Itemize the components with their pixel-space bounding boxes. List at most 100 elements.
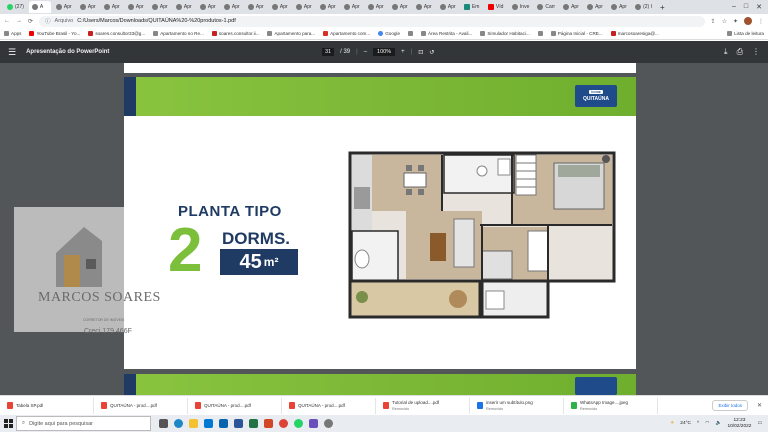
- browser-tab[interactable]: Apr: [608, 1, 630, 13]
- menu-icon[interactable]: ☰: [8, 47, 16, 58]
- powerpoint-icon[interactable]: [264, 419, 273, 428]
- rotate-icon[interactable]: ↺: [429, 49, 434, 56]
- download-icon[interactable]: ⤓: [724, 47, 728, 57]
- browser-tab[interactable]: Apr: [365, 1, 387, 13]
- notifications-icon[interactable]: ▭: [757, 421, 762, 426]
- bookmark-item[interactable]: Google: [378, 31, 400, 36]
- bookmark-item[interactable]: soares.consultor33@g...: [88, 31, 145, 36]
- browser-tab[interactable]: Apr: [317, 1, 339, 13]
- bookmark-item[interactable]: Área Restrita - Avali...: [421, 31, 472, 36]
- clock[interactable]: 12:23 10/02/2022: [727, 418, 751, 430]
- volume-icon[interactable]: 🔈: [715, 421, 721, 426]
- zoom-in-button[interactable]: +: [401, 49, 405, 55]
- maximize-icon[interactable]: □: [744, 3, 748, 11]
- browser-tab[interactable]: Apr: [584, 1, 606, 13]
- browser-tab[interactable]: Apr: [221, 1, 243, 13]
- minimize-icon[interactable]: –: [732, 3, 736, 11]
- browser-tab[interactable]: Apr: [53, 1, 75, 13]
- download-item[interactable]: Tutorial de upload....pdf Removido: [380, 397, 470, 414]
- address-bar[interactable]: ⓘ Arquivo C:/Users/Marcos/Downloads/QUIT…: [39, 15, 705, 27]
- print-icon[interactable]: ⎙: [737, 47, 743, 57]
- avatar[interactable]: [744, 17, 752, 25]
- browser-tab[interactable]: Apr: [293, 1, 315, 13]
- browser-tab[interactable]: Apr: [245, 1, 267, 13]
- download-item[interactable]: WhatsApp Image....jpeg Removido: [568, 397, 658, 414]
- bookmark-item[interactable]: Apartamento com...: [323, 31, 370, 36]
- more-actions-icon[interactable]: ⋮: [752, 47, 760, 57]
- forward-icon[interactable]: →: [16, 18, 22, 24]
- search-icon: ⌕: [22, 420, 26, 426]
- more-menu-icon[interactable]: ⋮: [758, 18, 764, 25]
- browser-tab[interactable]: Inve: [509, 1, 532, 13]
- browser-tab[interactable]: A: [28, 1, 51, 13]
- download-item[interactable]: QUITAÚNA - prod....pdf: [98, 397, 188, 414]
- windows-start-icon[interactable]: [0, 415, 16, 432]
- browser-tab[interactable]: Apr: [560, 1, 582, 13]
- close-window-icon[interactable]: ✕: [756, 3, 762, 11]
- word-icon[interactable]: [234, 419, 243, 428]
- mail-icon[interactable]: [219, 419, 228, 428]
- weather-icon[interactable]: ☀: [670, 421, 674, 426]
- tab-label: Em: [471, 4, 480, 10]
- close-downloads-icon[interactable]: ✕: [757, 402, 762, 409]
- browser-tab[interactable]: Apr: [149, 1, 171, 13]
- bookmark-item[interactable]: Apps: [4, 31, 21, 36]
- new-tab-button[interactable]: +: [657, 3, 668, 12]
- fit-page-icon[interactable]: ⊡: [418, 49, 423, 56]
- bookmark-item[interactable]: Página Inicial - CRE...: [550, 31, 603, 36]
- reading-list[interactable]: Lista de leitura: [727, 31, 764, 36]
- share-icon[interactable]: ⇪: [711, 18, 716, 25]
- bookmark-item[interactable]: soares.consultor.ii...: [211, 31, 259, 36]
- page-number-input[interactable]: 31: [322, 48, 335, 56]
- tray-arrow-icon[interactable]: ^: [697, 421, 699, 426]
- browser-tab[interactable]: Apr: [125, 1, 147, 13]
- chrome-icon[interactable]: [279, 419, 288, 428]
- bookmark-item[interactable]: Apartamento para...: [267, 31, 315, 36]
- task-view-icon[interactable]: [159, 419, 168, 428]
- taskbar-search[interactable]: ⌕ Digite aqui para pesquisar: [16, 416, 151, 431]
- zoom-out-button[interactable]: –: [364, 49, 367, 55]
- download-item[interactable]: Tabela SP.pdf: [4, 397, 94, 414]
- browser-tab[interactable]: Carr: [534, 1, 558, 13]
- back-icon[interactable]: ←: [4, 18, 10, 24]
- zoom-input[interactable]: 100%: [373, 48, 396, 56]
- floor-plan: [346, 147, 618, 323]
- extensions-icon[interactable]: ✦: [733, 18, 738, 25]
- info-icon[interactable]: ⓘ: [45, 17, 51, 25]
- browser-tab[interactable]: (2) I: [632, 1, 655, 13]
- download-item[interactable]: QUITAÚNA - prod....pdf: [192, 397, 282, 414]
- browser-tab[interactable]: Apr: [101, 1, 123, 13]
- browser-tab[interactable]: Apr: [269, 1, 291, 13]
- bookmark-item[interactable]: [408, 31, 414, 36]
- browser-tab[interactable]: (27): [4, 1, 27, 13]
- browser-tab[interactable]: Víd: [485, 1, 507, 13]
- reload-icon[interactable]: ⟳: [28, 18, 33, 25]
- settings-icon[interactable]: [324, 419, 333, 428]
- explorer-icon[interactable]: [189, 419, 198, 428]
- browser-tab[interactable]: Apr: [77, 1, 99, 13]
- address-url[interactable]: C:/Users/Marcos/Downloads/QUITAÚNA%20-%2…: [77, 18, 236, 24]
- browser-tab[interactable]: Apr: [389, 1, 411, 13]
- photos-icon[interactable]: [309, 419, 318, 428]
- star-icon[interactable]: ☆: [722, 18, 727, 25]
- bookmark-item[interactable]: marcosoaresiga@...: [610, 31, 659, 36]
- show-all-downloads-button[interactable]: Exibir todos: [712, 400, 748, 411]
- download-item[interactable]: inserir um subtítulo.png Removido: [474, 397, 564, 414]
- bookmark-item[interactable]: Simulador Habitaci...: [480, 31, 530, 36]
- excel-icon[interactable]: [249, 419, 258, 428]
- tab-label: Apr: [207, 4, 216, 10]
- bookmark-item[interactable]: Apartamento no Re...: [153, 31, 204, 36]
- browser-tab[interactable]: Apr: [197, 1, 219, 13]
- edge-icon[interactable]: [174, 419, 183, 428]
- bookmark-item[interactable]: [537, 31, 543, 36]
- download-item[interactable]: QUITAÚNA - prod....pdf: [286, 397, 376, 414]
- network-icon[interactable]: ◠: [705, 421, 709, 426]
- browser-tab[interactable]: Em: [461, 1, 483, 13]
- browser-tab[interactable]: Apr: [437, 1, 459, 13]
- browser-tab[interactable]: Apr: [341, 1, 363, 13]
- whatsapp-icon[interactable]: [294, 419, 303, 428]
- browser-tab[interactable]: Apr: [173, 1, 195, 13]
- browser-tab[interactable]: Apr: [413, 1, 435, 13]
- bookmark-item[interactable]: YouTube Brasil - Yo...: [29, 31, 80, 36]
- store-icon[interactable]: [204, 419, 213, 428]
